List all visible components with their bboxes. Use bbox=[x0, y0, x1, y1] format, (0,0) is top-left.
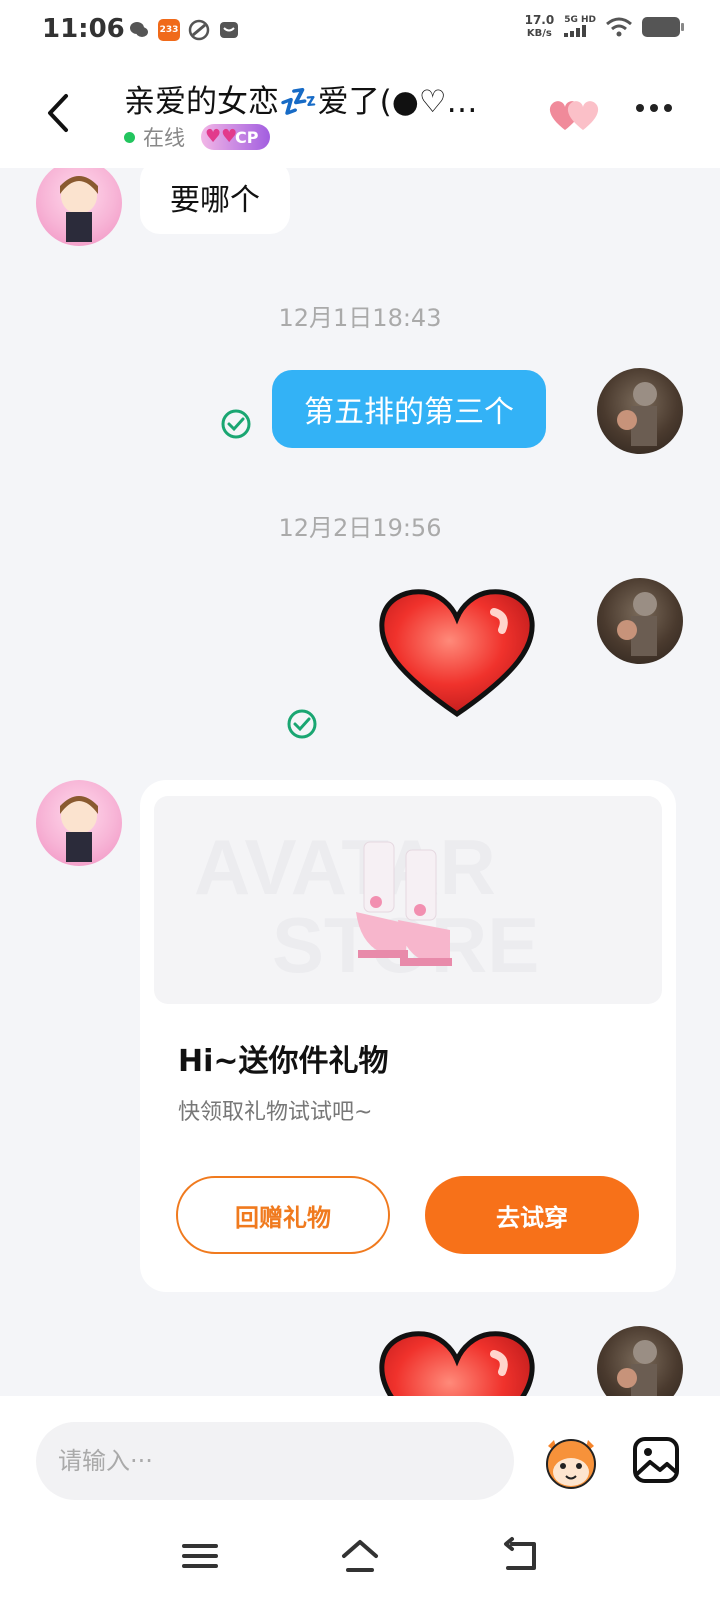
system-nav-bar bbox=[0, 1506, 720, 1612]
wechat-icon bbox=[130, 22, 148, 37]
message-input[interactable] bbox=[36, 1422, 514, 1500]
try-on-button[interactable]: 去试穿 bbox=[425, 1176, 639, 1254]
gift-image: AVATAR STORE bbox=[154, 796, 662, 1004]
app-233-icon: 233 bbox=[158, 19, 180, 41]
gift-title: Hi~送你件礼物 bbox=[178, 1044, 389, 1079]
online-text: 在线 bbox=[143, 126, 185, 150]
battery-icon bbox=[642, 17, 684, 37]
app-leaf-icon bbox=[188, 19, 210, 41]
cp-badge[interactable]: ♥♥ CP bbox=[201, 124, 271, 150]
gift-boots-image bbox=[356, 841, 452, 966]
home-icon[interactable] bbox=[340, 1536, 380, 1576]
cp-hearts-icon: ♥♥ bbox=[205, 126, 238, 147]
status-right: 17.0 KB/s 5G HD bbox=[524, 13, 684, 40]
wifi-icon bbox=[606, 17, 632, 37]
hearts-icon[interactable] bbox=[545, 94, 605, 134]
chat-header: 亲爱的女恋💤爱了(●♡… 在线 ♥♥ CP bbox=[0, 60, 720, 168]
back-arrow-icon bbox=[48, 94, 68, 132]
app-box-icon bbox=[220, 22, 238, 38]
timestamp: 12月2日19:56 bbox=[278, 514, 442, 542]
online-dot bbox=[124, 131, 135, 143]
notification-icons: 233 bbox=[128, 19, 240, 41]
more-dot-icon bbox=[636, 104, 644, 112]
back-nav-icon[interactable] bbox=[500, 1536, 540, 1576]
contact-avatar[interactable] bbox=[36, 168, 122, 246]
message-bubble-self[interactable]: 第五排的第三个 bbox=[272, 370, 546, 448]
back-button[interactable] bbox=[40, 88, 80, 138]
network-speed: 17.0 KB/s bbox=[524, 13, 555, 40]
return-gift-button[interactable]: 回赠礼物 bbox=[176, 1176, 390, 1254]
chat-title: 亲爱的女恋💤爱了(●♡… bbox=[124, 84, 478, 120]
heart-sticker[interactable] bbox=[376, 1328, 538, 1396]
status-time: 11:06 bbox=[42, 14, 125, 44]
chat-area[interactable]: 要哪个 12月1日18:43 第五排的第三个 12月2日19:56 AVATAR… bbox=[0, 168, 720, 1396]
network-type: 5G HD bbox=[564, 15, 596, 40]
self-avatar[interactable] bbox=[597, 1326, 683, 1396]
menu-icon[interactable] bbox=[180, 1536, 220, 1576]
gift-card[interactable]: AVATAR STORE Hi~送你件礼物 快领取礼物试试吧~ 回赠礼物 去试穿 bbox=[140, 780, 676, 1292]
signal-icon bbox=[564, 24, 587, 37]
emoji-mascot-icon[interactable] bbox=[538, 1432, 604, 1492]
timestamp: 12月1日18:43 bbox=[278, 304, 442, 332]
input-bar bbox=[0, 1396, 720, 1506]
self-avatar[interactable] bbox=[597, 578, 683, 664]
read-check-icon bbox=[221, 409, 251, 439]
heart-sticker[interactable] bbox=[376, 586, 538, 718]
online-status: 在线 ♥♥ CP bbox=[124, 122, 271, 152]
more-button[interactable] bbox=[636, 104, 672, 112]
gift-subtitle: 快领取礼物试试吧~ bbox=[178, 1100, 373, 1125]
status-bar: 11:06 233 17.0 KB/s 5G HD bbox=[0, 0, 720, 60]
message-bubble[interactable]: 要哪个 bbox=[140, 168, 290, 234]
image-picker-icon[interactable] bbox=[632, 1436, 680, 1484]
self-avatar[interactable] bbox=[597, 368, 683, 454]
contact-avatar[interactable] bbox=[36, 780, 122, 866]
read-check-icon bbox=[287, 709, 317, 739]
